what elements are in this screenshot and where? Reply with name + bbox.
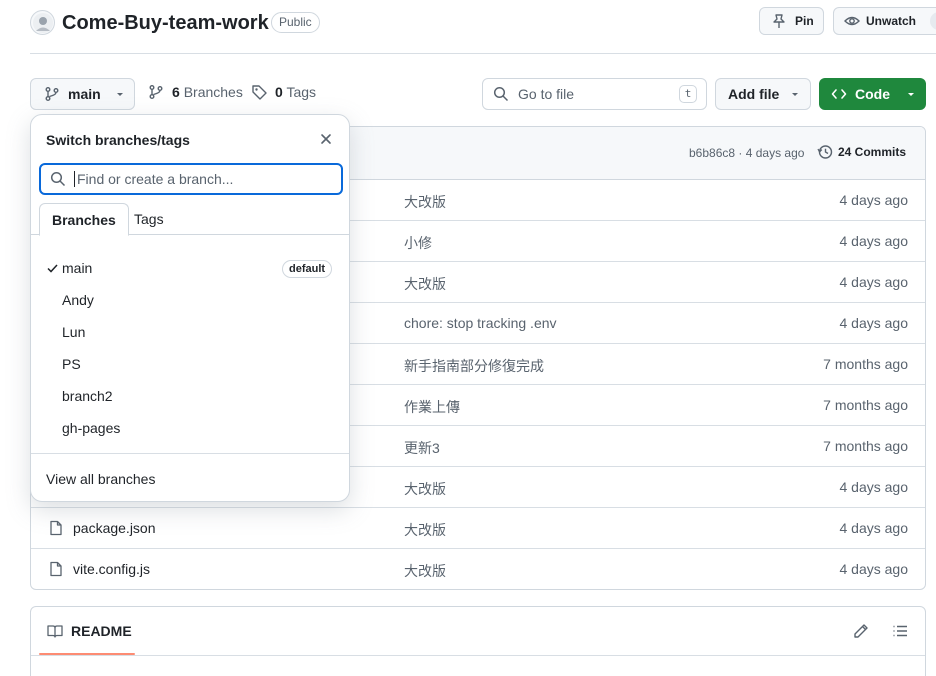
- outline-list-icon[interactable]: [892, 623, 908, 639]
- commit-date: 7 months ago: [823, 397, 908, 413]
- commit-message-link[interactable]: 大改版: [404, 192, 446, 212]
- branch-search-field[interactable]: [39, 163, 343, 195]
- branch-name: main: [62, 260, 93, 276]
- branch-name: Andy: [62, 292, 94, 308]
- search-icon: [50, 171, 66, 187]
- branch-item-gh-pages[interactable]: gh-pages: [31, 412, 349, 444]
- commit-message-link[interactable]: 小修: [404, 233, 432, 253]
- table-row[interactable]: package.json 大改版 4 days ago: [31, 508, 925, 549]
- dropdown-divider: [31, 453, 349, 454]
- header-divider: [30, 53, 936, 54]
- branch-name: gh-pages: [62, 420, 121, 436]
- tags-label: Tags: [286, 84, 317, 100]
- default-branch-badge: default: [282, 260, 333, 278]
- readme-tab-label: README: [71, 623, 132, 639]
- commit-message-link[interactable]: 大改版: [404, 561, 446, 581]
- commit-date: 7 months ago: [823, 438, 908, 454]
- code-button[interactable]: Code: [819, 78, 926, 110]
- dropdown-tabs: Branches Tags: [31, 203, 349, 236]
- pin-icon: [771, 13, 787, 29]
- branch-item-PS[interactable]: PS: [31, 348, 349, 380]
- tags-link[interactable]: 0 Tags: [251, 84, 316, 100]
- go-to-file-input[interactable]: Go to file t: [482, 78, 707, 110]
- branch-item-branch2[interactable]: branch2: [31, 380, 349, 412]
- book-icon: [47, 623, 63, 639]
- repo-name-link[interactable]: Come-Buy-team-work: [62, 10, 269, 36]
- check-icon: [47, 264, 58, 273]
- file-icon: [48, 520, 64, 536]
- branch-item-Andy[interactable]: Andy: [31, 284, 349, 316]
- commit-message-link[interactable]: 大改版: [404, 274, 446, 294]
- commit-date: 4 days ago: [839, 561, 909, 577]
- caret-down-icon: [906, 89, 916, 99]
- caret-down-icon: [115, 89, 125, 99]
- file-icon: [48, 561, 64, 577]
- search-icon: [493, 86, 509, 102]
- branches-count: 6: [172, 84, 180, 100]
- visibility-badge: Public: [271, 12, 320, 33]
- pin-label: Pin: [795, 14, 814, 28]
- view-all-branches-link[interactable]: View all branches: [46, 471, 155, 487]
- commit-date: 4 days ago: [839, 479, 909, 495]
- keyboard-shortcut-hint: t: [679, 85, 697, 103]
- commit-message-link[interactable]: 大改版: [404, 520, 446, 540]
- branches-link[interactable]: 6 Branches: [148, 84, 243, 100]
- unwatch-button[interactable]: Unwatch 1: [833, 7, 936, 35]
- readme-header-divider: [31, 655, 925, 656]
- latest-commit-meta[interactable]: b6b86c8 · 4 days ago: [689, 146, 804, 160]
- file-name-link[interactable]: vite.config.js: [73, 561, 150, 577]
- git-branch-icon: [148, 84, 164, 100]
- watchers-count: 1: [930, 12, 936, 30]
- git-branch-icon: [44, 86, 60, 102]
- text-caret: [74, 171, 75, 187]
- commits-count-label: 24 Commits: [838, 145, 907, 159]
- branch-name: PS: [62, 356, 81, 372]
- commit-message-link[interactable]: 作業上傳: [404, 397, 460, 417]
- edit-pencil-icon[interactable]: [853, 623, 869, 639]
- commit-date: 4 days ago: [839, 520, 909, 536]
- tag-icon: [251, 84, 267, 100]
- commit-message-link[interactable]: 更新3: [404, 438, 440, 458]
- branches-label: Branches: [183, 84, 243, 100]
- readme-panel: README: [30, 606, 926, 676]
- current-branch-label: main: [68, 86, 101, 102]
- readme-tab[interactable]: README: [47, 623, 132, 639]
- commits-link[interactable]: 24 Commits: [817, 144, 906, 160]
- commit-message-link[interactable]: chore: stop tracking .env: [404, 315, 557, 331]
- unwatch-label: Unwatch: [866, 14, 917, 28]
- commit-message-link[interactable]: 大改版: [404, 479, 446, 499]
- add-file-label: Add file: [728, 86, 780, 102]
- tab-branches[interactable]: Branches: [39, 203, 129, 236]
- branch-name: Lun: [62, 324, 86, 340]
- pin-button[interactable]: Pin: [759, 7, 824, 35]
- file-name-link[interactable]: package.json: [73, 520, 156, 536]
- branch-switcher-dropdown: Switch branches/tags Branches Tags main d…: [30, 114, 350, 502]
- go-to-file-placeholder: Go to file: [518, 86, 575, 102]
- dropdown-title: Switch branches/tags: [46, 132, 190, 148]
- close-icon[interactable]: [319, 132, 333, 146]
- tags-count: 0: [275, 84, 283, 100]
- branch-select-button[interactable]: main: [30, 78, 135, 110]
- add-file-button[interactable]: Add file: [715, 78, 811, 110]
- tab-tags[interactable]: Tags: [122, 203, 176, 236]
- commit-date: 4 days ago: [839, 233, 909, 249]
- branch-name: branch2: [62, 388, 113, 404]
- code-icon: [831, 86, 847, 102]
- branch-item-main[interactable]: main default: [31, 252, 349, 284]
- caret-down-icon: [790, 89, 800, 99]
- commit-date: 7 months ago: [823, 356, 908, 372]
- commit-date: 4 days ago: [839, 274, 909, 290]
- commit-date: 4 days ago: [839, 315, 909, 331]
- history-icon: [817, 144, 833, 160]
- commit-date: 4 days ago: [839, 192, 909, 208]
- eye-icon: [844, 13, 860, 29]
- table-row[interactable]: vite.config.js 大改版 4 days ago: [31, 549, 925, 589]
- branch-item-Lun[interactable]: Lun: [31, 316, 349, 348]
- repo-owner-avatar[interactable]: [30, 10, 55, 35]
- commit-message-link[interactable]: 新手指南部分修復完成: [404, 356, 544, 376]
- code-label: Code: [855, 86, 890, 102]
- branch-search-input[interactable]: [77, 171, 317, 187]
